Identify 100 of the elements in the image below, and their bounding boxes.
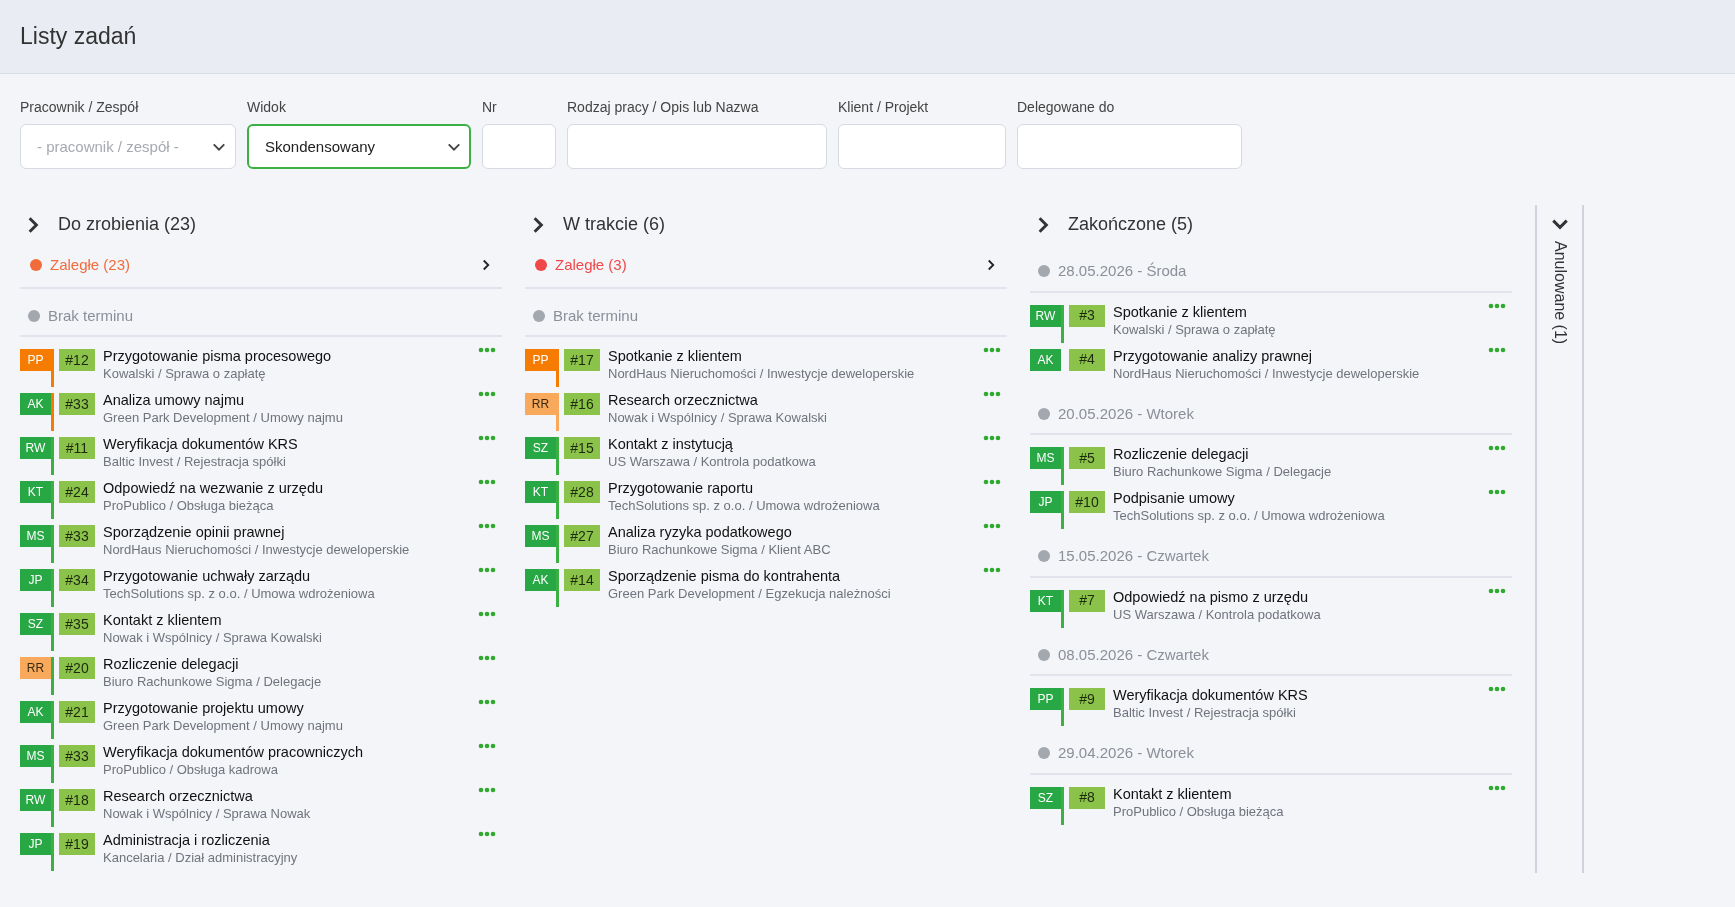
- side-panel-toggle[interactable]: Anulowane (1): [1547, 215, 1572, 345]
- status-dot: [1038, 265, 1050, 278]
- task-number: #9: [1069, 688, 1105, 710]
- task-number: #7: [1069, 589, 1105, 612]
- avatar-badge: PP: [525, 349, 556, 371]
- avatar-badge: AK: [20, 393, 51, 415]
- task-subtitle: Green Park Development / Umowy najmu: [103, 409, 343, 426]
- task-subtitle: Biuro Rachunkowe Sigma / Delegacje: [103, 673, 322, 690]
- task-title: Spotkanie z klientem: [1113, 302, 1248, 321]
- task-title: Weryfikacja dokumentów KRS: [103, 435, 298, 453]
- field-label: Klient / Projekt: [838, 98, 930, 117]
- dots-icon: [478, 699, 496, 705]
- avatar-badge: SZ: [1030, 786, 1061, 809]
- task-title: Kontakt z instytucją: [608, 435, 734, 453]
- dots-icon: [983, 567, 1001, 573]
- task-number: #34: [59, 569, 95, 591]
- task-title: Odpowiedź na wezwanie z urzędu: [103, 479, 324, 497]
- task-subtitle: NordHaus Nieruchomości / Inwestycje deweloperskie: [608, 365, 915, 382]
- task-title: Weryfikacja dokumentów pracowniczych: [103, 743, 364, 761]
- task-number: #33: [59, 525, 95, 547]
- avatar-badge: PP: [1030, 688, 1061, 710]
- dots-icon: [478, 831, 496, 837]
- task-number: #16: [564, 393, 600, 415]
- chevron-right-icon: [985, 259, 997, 272]
- dots-icon: [1488, 686, 1506, 692]
- group-label: Brak terminu: [553, 305, 639, 326]
- task-number: #12: [59, 349, 95, 371]
- task-number: #20: [59, 657, 95, 679]
- task-number: #35: [59, 613, 95, 635]
- task-title: Research orzecznictwa: [103, 787, 254, 805]
- task-title: Spotkanie z klientem: [608, 347, 743, 365]
- input-field[interactable]: [838, 124, 1006, 169]
- status-dot: [1038, 747, 1050, 760]
- input-field[interactable]: [482, 124, 556, 169]
- task-subtitle: ProPublico / Obsługa bieżąca: [103, 497, 275, 514]
- group-label: Brak terminu: [48, 305, 134, 326]
- dropdown-field[interactable]: - pracownik / zespół -: [20, 124, 236, 169]
- avatar-badge: MS: [20, 525, 51, 547]
- avatar-badge: MS: [20, 745, 51, 767]
- task-title: Administracja i rozliczenia: [103, 831, 271, 849]
- page-title: Listy zadań: [20, 22, 137, 51]
- group-label: Zaległe (3): [555, 255, 627, 275]
- dots-icon: [478, 347, 496, 353]
- task-title: Rozliczenie delegacji: [103, 655, 240, 673]
- task-number: #10: [1069, 491, 1105, 513]
- dots-icon: [1488, 445, 1506, 451]
- task-number: #33: [59, 745, 95, 767]
- chevron-right-icon: [480, 259, 492, 272]
- task-title: Przygotowanie uchwały zarządu: [103, 567, 312, 585]
- task-number: #24: [59, 481, 95, 503]
- task-title: Sporządzenie pisma do kontrahenta: [608, 567, 842, 585]
- avatar-badge: KT: [1030, 589, 1061, 612]
- task-subtitle: Biuro Rachunkowe Sigma / Klient ABC: [608, 541, 831, 558]
- group-label: 20.05.2026 - Wtorek: [1058, 403, 1194, 424]
- status-dot: [1038, 550, 1050, 563]
- task-title: Odpowiedź na pismo z urzędu: [1113, 587, 1310, 606]
- avatar-badge: RW: [20, 789, 51, 811]
- dots-icon: [478, 567, 496, 573]
- task-number: #18: [59, 789, 95, 811]
- task-title: Analiza umowy najmu: [103, 391, 246, 409]
- column-header[interactable]: Zakończone (5): [1030, 205, 1198, 244]
- field-label: Widok: [247, 98, 287, 117]
- dots-icon: [478, 743, 496, 749]
- status-dot: [533, 309, 545, 322]
- task-number: #28: [564, 481, 600, 503]
- task-subtitle: TechSolutions sp. z o.o. / Umowa wdrożeniowa: [608, 497, 880, 514]
- dots-icon: [983, 435, 1001, 441]
- avatar-badge: MS: [1030, 447, 1061, 469]
- input-field[interactable]: [1017, 124, 1242, 169]
- dots-icon: [478, 655, 496, 661]
- task-subtitle: TechSolutions sp. z o.o. / Umowa wdrożeniowa: [1113, 507, 1385, 524]
- dots-icon: [478, 611, 496, 617]
- column-header[interactable]: W trakcie (6): [525, 205, 669, 244]
- task-number: #33: [59, 393, 95, 415]
- field-label: Rodzaj pracy / Opis lub Nazwa: [567, 98, 760, 117]
- column-header[interactable]: Do zrobienia (23): [20, 205, 201, 244]
- task-title: Przygotowanie projektu umowy: [103, 699, 305, 717]
- avatar-badge: AK: [1030, 348, 1061, 371]
- dots-icon: [983, 523, 1001, 529]
- avatar-badge: KT: [20, 481, 51, 503]
- field-label: Pracownik / Zespół: [20, 98, 140, 117]
- group-label: Zaległe (23): [50, 255, 131, 275]
- input-field[interactable]: [567, 124, 827, 169]
- task-subtitle: Biuro Rachunkowe Sigma / Delegacje: [1113, 463, 1332, 480]
- task-title: Przygotowanie analizy prawnej: [1113, 346, 1314, 365]
- avatar-badge: PP: [20, 349, 51, 371]
- field-label: Delegowane do: [1017, 98, 1116, 117]
- dots-icon: [478, 523, 496, 529]
- dots-icon: [983, 479, 1001, 485]
- task-subtitle: Nowak i Wspólnicy / Sprawa Kowalski: [103, 629, 322, 646]
- task-number: #21: [59, 701, 95, 723]
- task-subtitle: ProPublico / Obsługa bieżąca: [1113, 802, 1284, 820]
- status-dot: [1038, 407, 1050, 420]
- task-number: #15: [564, 437, 600, 459]
- dots-icon: [983, 391, 1001, 397]
- avatar-badge: RR: [525, 393, 556, 415]
- dropdown-field[interactable]: Skondensowany: [247, 124, 471, 169]
- task-subtitle: Kancelaria / Dział administracyjny: [103, 849, 298, 866]
- avatar-badge: JP: [20, 833, 51, 855]
- task-title: Przygotowanie pisma procesowego: [103, 347, 332, 365]
